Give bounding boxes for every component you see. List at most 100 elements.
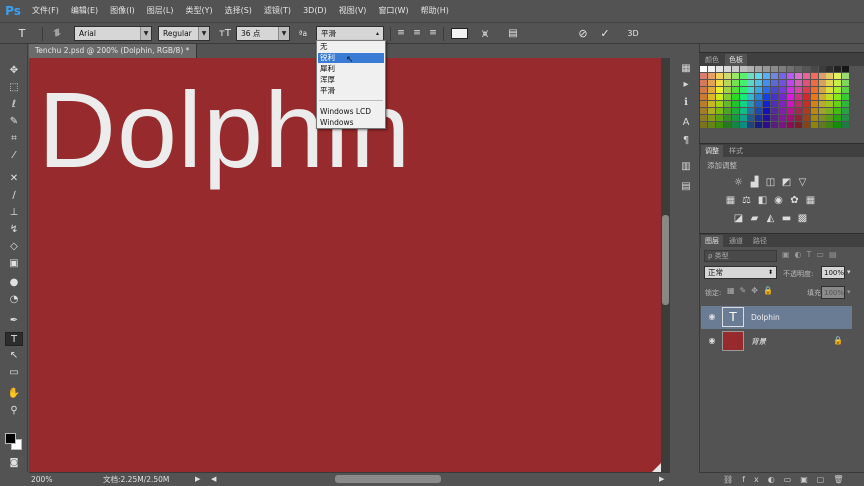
swatch-cell[interactable] — [779, 94, 786, 100]
eye-icon[interactable]: ◉ — [707, 312, 717, 322]
layer-name[interactable]: 背景 — [751, 330, 766, 353]
swatch-cell[interactable] — [818, 101, 826, 107]
brightness-icon[interactable]: ☼ — [733, 177, 744, 188]
menu-filter[interactable]: 滤镜(T) — [258, 0, 297, 22]
exposure-icon[interactable]: ◩ — [781, 177, 792, 188]
swatch-cell[interactable] — [707, 115, 715, 121]
swatch-cell[interactable] — [810, 80, 818, 86]
swatch-cell[interactable] — [771, 87, 779, 93]
menu-select[interactable]: 选择(S) — [219, 0, 258, 22]
layers-footer-icons[interactable]: ⛓fx◐▭▣▢🗑 — [723, 475, 853, 484]
history-panel-icon[interactable]: ▦ — [679, 62, 693, 76]
gradient-map-icon[interactable]: ▬ — [781, 213, 792, 224]
swatch-cell[interactable] — [747, 66, 755, 72]
photo-filter-icon[interactable]: ◉ — [773, 195, 784, 206]
scroll-right-icon[interactable]: ▶ — [659, 473, 664, 486]
move-tool-icon[interactable]: ✥ — [5, 64, 23, 78]
swatch-cell[interactable] — [826, 87, 834, 93]
swatch-cell[interactable] — [731, 66, 739, 72]
swatch-cell[interactable] — [779, 87, 786, 93]
swatch-cell[interactable] — [802, 122, 810, 128]
swatch-cell[interactable] — [802, 115, 810, 121]
chevron-down-icon[interactable]: ▾ — [847, 286, 857, 299]
swatch-cell[interactable] — [818, 115, 826, 121]
swatch-cell[interactable] — [755, 66, 763, 72]
swatch-cell[interactable] — [771, 66, 779, 72]
swatch-cell[interactable] — [810, 101, 818, 107]
swatch-cell[interactable] — [834, 108, 842, 114]
swatch-cell[interactable] — [779, 108, 786, 114]
swatch-cell[interactable] — [707, 122, 715, 128]
swatch-cell[interactable] — [794, 94, 802, 100]
swatch-cell[interactable] — [755, 122, 763, 128]
swatch-cell[interactable] — [810, 66, 818, 72]
properties-panel-icon[interactable]: ▥ — [679, 160, 693, 174]
antialias-option-none[interactable]: 无 — [318, 42, 384, 52]
quick-select-tool-icon[interactable]: ✎ — [5, 115, 23, 129]
swatch-cell[interactable] — [715, 80, 723, 86]
tab-layers[interactable]: 图层 — [701, 235, 723, 248]
posterize-icon[interactable]: ▰ — [749, 213, 760, 224]
swatch-cell[interactable] — [810, 73, 818, 79]
swatch-cell[interactable] — [810, 122, 818, 128]
swatch-cell[interactable] — [818, 80, 826, 86]
swatch-cell[interactable] — [700, 73, 707, 79]
swatch-cell[interactable] — [786, 122, 794, 128]
swatch-cell[interactable] — [826, 101, 834, 107]
swatch-cell[interactable] — [723, 94, 731, 100]
layer-row-background[interactable]: ◉ 背景 🔒 — [701, 330, 852, 353]
menu-view[interactable]: 视图(V) — [333, 0, 373, 22]
swatch-cell[interactable] — [715, 66, 723, 72]
swatch-cell[interactable] — [842, 66, 850, 72]
swatch-cell[interactable] — [707, 73, 715, 79]
cancel-icon[interactable]: ⊘ — [576, 26, 590, 41]
swatch-cell[interactable] — [763, 108, 771, 114]
swatch-cell[interactable] — [700, 108, 707, 114]
channel-mixer-icon[interactable]: ✿ — [789, 195, 800, 206]
swatch-cell[interactable] — [700, 94, 707, 100]
swatch-cell[interactable] — [747, 108, 755, 114]
swatch-cell[interactable] — [818, 66, 826, 72]
invert-icon[interactable]: ◪ — [733, 213, 744, 224]
antialias-dropdown[interactable]: 平滑 ▴ — [316, 26, 384, 41]
swatch-cell[interactable] — [707, 66, 715, 72]
hand-tool-icon[interactable]: ✋ — [5, 387, 23, 401]
swatch-cell[interactable] — [731, 122, 739, 128]
swatch-cell[interactable] — [739, 101, 747, 107]
swatch-cell[interactable] — [786, 101, 794, 107]
quick-mask-icon[interactable]: ◙ — [5, 456, 23, 470]
threshold-icon[interactable]: ◭ — [765, 213, 776, 224]
path-select-tool-icon[interactable]: ↖ — [5, 349, 23, 363]
swatch-cell[interactable] — [786, 115, 794, 121]
levels-icon[interactable]: ▟ — [749, 177, 760, 188]
crop-tool-icon[interactable]: ⌗ — [5, 132, 23, 146]
menu-type[interactable]: 类型(Y) — [179, 0, 218, 22]
swatch-cell[interactable] — [818, 87, 826, 93]
swatch-cell[interactable] — [763, 73, 771, 79]
swatch-cell[interactable] — [779, 66, 786, 72]
swatch-cell[interactable] — [763, 122, 771, 128]
swatch-cell[interactable] — [771, 115, 779, 121]
antialias-option-strong[interactable]: 浑厚 — [318, 75, 384, 85]
swatch-cell[interactable] — [731, 108, 739, 114]
stamp-tool-icon[interactable]: ⊥ — [5, 206, 23, 220]
swatch-cell[interactable] — [826, 94, 834, 100]
blend-mode-dropdown[interactable]: 正常 ⬍ — [704, 266, 777, 279]
scroll-left-icon[interactable]: ◀ — [211, 473, 216, 486]
swatch-cell[interactable] — [700, 87, 707, 93]
eye-icon[interactable]: ◉ — [707, 336, 717, 346]
swatch-cell[interactable] — [739, 87, 747, 93]
type-tool-preset-icon[interactable]: T — [14, 26, 30, 41]
swatch-cell[interactable] — [802, 80, 810, 86]
swatch-cell[interactable] — [771, 94, 779, 100]
swatch-cell[interactable] — [802, 87, 810, 93]
swatch-cell[interactable] — [842, 115, 850, 121]
swatch-cell[interactable] — [771, 108, 779, 114]
swatch-cell[interactable] — [779, 122, 786, 128]
swatch-cell[interactable] — [771, 122, 779, 128]
swatch-cell[interactable] — [739, 73, 747, 79]
black-white-icon[interactable]: ◧ — [757, 195, 768, 206]
swatch-cell[interactable] — [723, 108, 731, 114]
swatch-cell[interactable] — [802, 101, 810, 107]
antialias-option-windows[interactable]: Windows — [318, 118, 384, 128]
